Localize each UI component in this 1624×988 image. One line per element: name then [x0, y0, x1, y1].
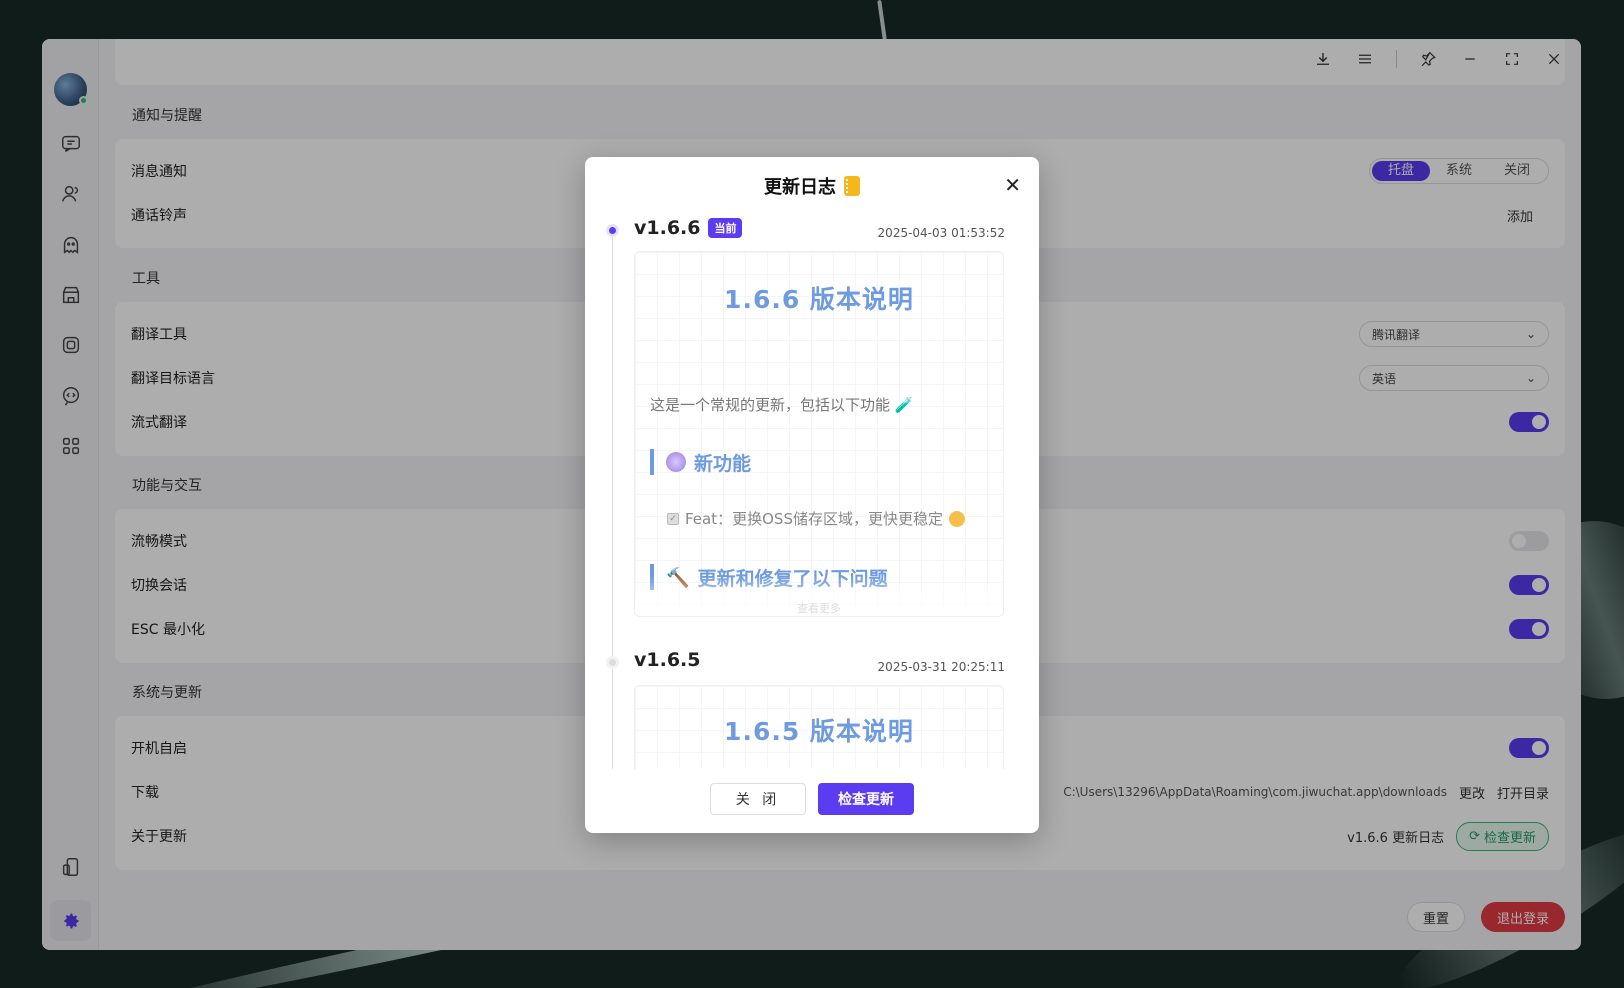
checkbox-icon: ✓ — [667, 512, 679, 525]
current-badge: 当前 — [708, 218, 743, 238]
entry-version: v1.6.5 — [634, 649, 700, 671]
modal-title: 更新日志 — [585, 173, 1039, 199]
modal-close-button[interactable]: 关 闭 — [710, 783, 806, 815]
modal-footer: 关 闭 检查更新 — [585, 783, 1039, 815]
test-tube-icon: 🧪 — [894, 396, 914, 414]
changelog-modal: 更新日志 ✕ v1.6.6 当前 2025-04-03 01:53:52 1.6… — [585, 157, 1039, 833]
entry-version: v1.6.6 当前 — [634, 217, 743, 239]
feature-item: ✓ Feat：更换OSS储存区域，更快更稳定 — [667, 508, 965, 529]
show-more-link[interactable]: 查看更多 — [635, 576, 1003, 616]
timeline-dot-current — [606, 224, 619, 237]
release-note-title: 1.6.6 版本说明 — [724, 285, 914, 314]
entry-date: 2025-03-31 20:25:11 — [877, 660, 1005, 674]
changelog-timeline[interactable]: v1.6.6 当前 2025-04-03 01:53:52 1.6.6 版本说明… — [585, 213, 1039, 769]
release-note-intro-text: 这是一个常规的更新，包括以下功能 — [650, 396, 891, 414]
timeline-line — [612, 231, 613, 769]
heading-new-features-text: 新功能 — [694, 452, 752, 475]
modal-close-icon[interactable]: ✕ — [1004, 173, 1021, 197]
entry-date: 2025-04-03 01:53:52 — [877, 226, 1005, 240]
modal-check-update-button[interactable]: 检查更新 — [818, 783, 914, 815]
release-note-intro: 这是一个常规的更新，包括以下功能 🧪 — [650, 394, 913, 415]
version-label: v1.6.6 — [634, 217, 701, 239]
release-note-title: 1.6.5 版本说明 — [724, 717, 914, 746]
version-label: v1.6.5 — [634, 649, 701, 671]
crystal-ball-icon — [666, 452, 686, 472]
release-note-card: 1.6.6 版本说明 这是一个常规的更新，包括以下功能 🧪 新功能 ✓ Feat… — [634, 251, 1004, 617]
release-note-card: 1.6.5 版本说明 — [634, 685, 1004, 769]
feature-item-text: Feat：更换OSS储存区域，更快更稳定 — [685, 510, 943, 528]
cowboy-emoji-icon — [948, 510, 965, 527]
modal-title-text: 更新日志 — [764, 177, 836, 198]
notebook-icon — [844, 176, 860, 196]
heading-new-features: 新功能 — [650, 449, 751, 475]
timeline-dot — [606, 656, 619, 669]
